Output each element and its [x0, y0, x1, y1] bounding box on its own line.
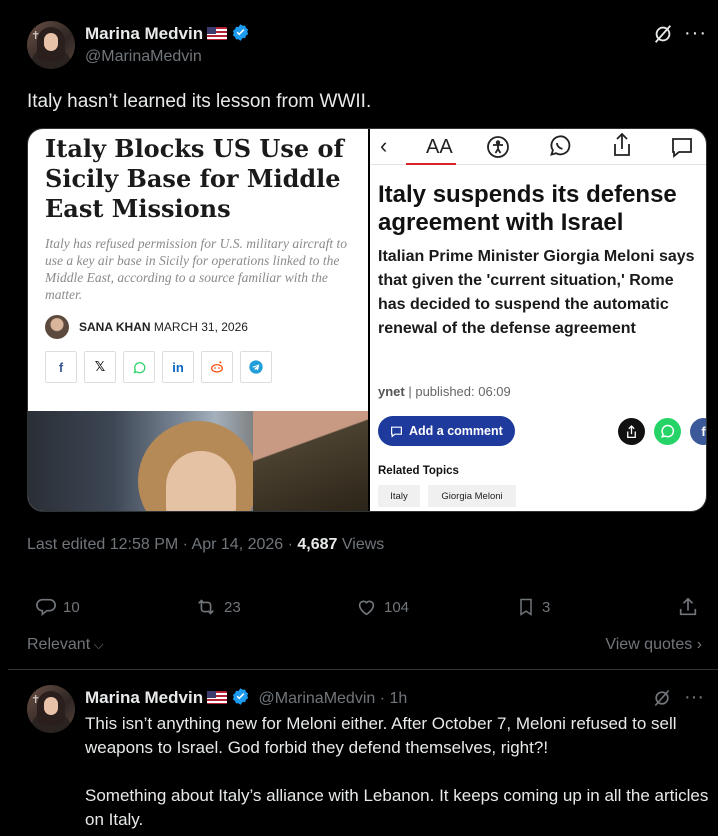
bookmark-button[interactable]: 3 — [516, 596, 550, 618]
verified-badge-icon — [233, 688, 249, 705]
left-article-date: MARCH 31, 2026 — [153, 320, 248, 334]
comment-icon — [670, 135, 694, 159]
left-article-author-avatar — [45, 315, 69, 339]
reply-button[interactable]: 10 — [35, 596, 80, 618]
right-article-body: Italian Prime Minister Giorgia Meloni sa… — [378, 248, 695, 337]
bookmark-count: 3 — [542, 598, 551, 616]
grok-icon[interactable] — [652, 688, 672, 708]
related-chip-meloni: Giorgia Meloni — [428, 485, 516, 507]
view-quotes-link[interactable]: View quotes › — [605, 636, 702, 654]
right-article-title: Italy suspends its defense agreement wit… — [378, 181, 677, 236]
reddit-icon — [201, 351, 233, 383]
left-article-image[interactable]: Italy Blocks US Use of Sicily Base for M… — [28, 129, 368, 511]
left-article-title: Italy Blocks US Use of Sicily Base for M… — [45, 134, 344, 223]
reply-sort-dropdown[interactable]: Relevant ⌵ — [27, 636, 104, 654]
heart-icon — [358, 600, 375, 616]
linkedin-icon: in — [162, 351, 194, 383]
repost-count: 23 — [224, 598, 241, 616]
views-count: 4,687 — [297, 536, 338, 553]
whatsapp-circle-icon — [654, 418, 681, 445]
tweet-meta: Last edited 12:58 PM · Apr 14, 2026 · 4,… — [27, 536, 384, 554]
back-icon: ‹ — [380, 133, 388, 158]
left-article-byline: SANA KHAN MARCH 31, 2026 — [79, 320, 248, 334]
chevron-down-icon: ⌵ — [90, 637, 104, 652]
related-chip-italy: Italy — [378, 485, 420, 507]
ynet-nav-bar: ‹ AA — [370, 129, 706, 165]
reply-paragraph-1: This isn’t anything new for Meloni eithe… — [85, 714, 677, 757]
reply-paragraph-2: Something about Italy’s alliance with Le… — [85, 786, 709, 829]
left-article-author: SANA KHAN — [79, 320, 151, 334]
share-button[interactable] — [677, 596, 699, 618]
view-quotes-label: View quotes — [605, 636, 693, 653]
repost-button[interactable]: 23 — [194, 596, 241, 618]
author-header: Marina Medvin — [85, 23, 250, 44]
right-article-meta: ynet | published: 06:09 — [378, 384, 511, 399]
media-attachment[interactable]: Italy Blocks US Use of Sicily Base for M… — [27, 128, 707, 512]
share-circle-icon — [618, 418, 645, 445]
meloni-photo — [28, 411, 368, 511]
tweet-text: Italy hasn’t learned its lesson from WWI… — [27, 91, 372, 112]
grok-icon[interactable] — [652, 23, 674, 45]
accessibility-icon — [486, 135, 510, 159]
x-icon: 𝕏 — [84, 351, 116, 383]
comment-bubble-icon — [391, 426, 402, 438]
us-flag-icon — [207, 691, 228, 704]
us-flag-icon — [207, 27, 228, 40]
like-button[interactable]: 104 — [355, 596, 409, 618]
author-name[interactable]: Marina Medvin — [85, 24, 203, 43]
verified-badge-icon — [233, 24, 249, 41]
related-topics-heading: Related Topics — [378, 465, 459, 477]
whatsapp-icon — [123, 351, 155, 383]
source-name: ynet — [378, 384, 405, 399]
edited-timestamp[interactable]: Last edited 12:58 PM · Apr 14, 2026 · — [27, 536, 297, 553]
like-count: 104 — [384, 598, 410, 616]
share-icon — [610, 132, 634, 158]
reply-count: 10 — [63, 598, 80, 616]
divider — [8, 669, 718, 670]
reply-icon — [36, 598, 56, 617]
reply-text: This isn’t anything new for Meloni eithe… — [85, 712, 710, 832]
share-buttons: f 𝕏 in — [45, 351, 272, 383]
text-size-icon: AA — [426, 136, 453, 158]
right-article-image[interactable]: ‹ AA Italy suspends its defense agreemen… — [370, 129, 706, 511]
published-time: | published: 06:09 — [408, 384, 511, 399]
chevron-right-icon: › — [692, 636, 702, 653]
reply-author-handle[interactable]: @MarinaMedvin — [259, 690, 376, 707]
add-comment-label: Add a comment — [409, 424, 503, 438]
repost-icon — [198, 599, 214, 615]
facebook-circle-icon: f — [690, 418, 706, 445]
more-options-icon[interactable]: ··· — [684, 22, 707, 45]
share-upload-icon — [679, 597, 697, 616]
author-avatar[interactable]: ✝ — [27, 21, 75, 69]
whatsapp-share-icon — [548, 134, 572, 158]
telegram-icon — [240, 351, 272, 383]
more-options-icon[interactable]: ··· — [684, 686, 704, 709]
reply-author-name[interactable]: Marina Medvin — [85, 688, 203, 707]
reply-author-avatar[interactable]: ✝ — [27, 685, 75, 733]
reply-header: Marina Medvin @MarinaMedvin · 1h — [85, 687, 407, 708]
left-article-subtitle: Italy has refused permission for U.S. mi… — [45, 236, 347, 302]
add-comment-button: Add a comment — [378, 416, 515, 446]
facebook-icon: f — [45, 351, 77, 383]
text-size-underline — [406, 163, 456, 165]
tweet-actions: 10 23 104 3 — [27, 596, 707, 620]
bookmark-icon — [520, 598, 532, 616]
author-handle[interactable]: @MarinaMedvin — [85, 48, 202, 66]
reply-sort-label: Relevant — [27, 636, 91, 653]
views-label: Views — [337, 536, 385, 553]
reply-time[interactable]: · 1h — [380, 690, 408, 707]
